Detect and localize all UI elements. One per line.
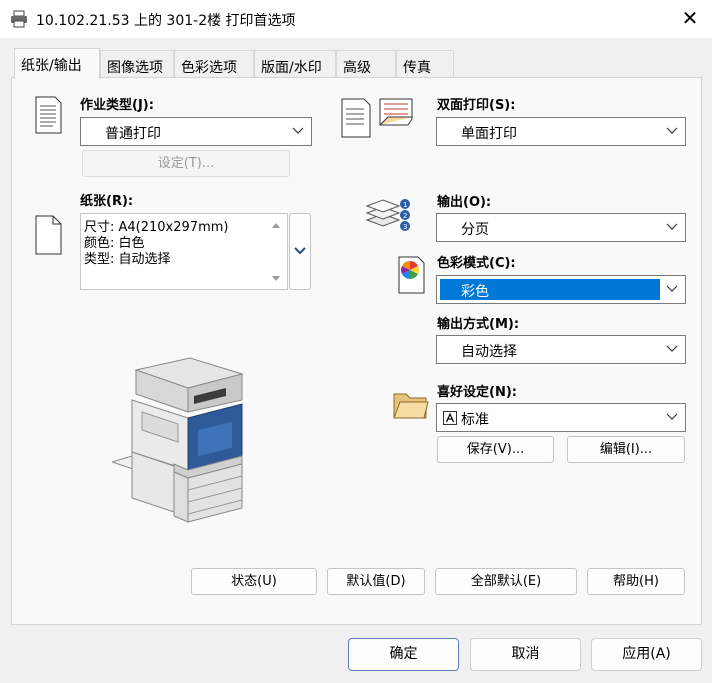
output-value: 分页	[461, 222, 489, 238]
cancel-button[interactable]: 取消	[470, 638, 581, 671]
standard-preset-icon	[443, 411, 457, 425]
apply-button[interactable]: 应用(A)	[591, 638, 702, 671]
color-wheel-icon	[398, 256, 425, 294]
output-collate-icon: 1 2 3	[365, 199, 410, 231]
tab-paper-output[interactable]: 纸张/输出	[14, 48, 100, 79]
output-method-label: 输出方式(M):	[437, 317, 520, 332]
output-method-combo[interactable]: 自动选择	[436, 335, 686, 364]
tab-layout-watermark[interactable]: 版面/水印	[254, 50, 336, 77]
tab-color-options[interactable]: 色彩选项	[174, 50, 254, 77]
printer-device-image	[112, 357, 244, 523]
tab-advanced[interactable]: 高级	[336, 50, 396, 77]
output-label: 输出(O):	[437, 195, 492, 210]
ok-button[interactable]: 确定	[348, 638, 459, 671]
all-default-button[interactable]: 全部默认(E)	[435, 568, 577, 595]
chevron-down-icon	[292, 127, 304, 134]
chevron-down-icon	[666, 345, 678, 352]
paper-info-box: 尺寸: A4(210x297mm) 颜色: 白色 类型: 自动选择	[80, 213, 288, 290]
paper-label: 纸张(R):	[80, 194, 134, 209]
printer-icon	[11, 10, 27, 28]
tab-fax[interactable]: 传真	[396, 50, 454, 77]
job-type-combo[interactable]: 普通打印	[80, 117, 312, 146]
chevron-down-icon	[294, 247, 306, 255]
folder-icon	[393, 393, 429, 419]
save-button[interactable]: 保存(V)...	[437, 436, 554, 463]
scrollbar[interactable]	[270, 220, 282, 284]
default-button[interactable]: 默认值(D)	[327, 568, 425, 595]
window-title: 10.102.21.53 上的 301-2楼 打印首选项	[36, 13, 296, 29]
output-combo[interactable]: 分页	[436, 213, 686, 242]
favorites-label: 喜好设定(N):	[437, 385, 517, 400]
help-button[interactable]: 帮助(H)	[587, 568, 685, 595]
duplex-value: 单面打印	[461, 126, 517, 142]
chevron-down-icon	[666, 223, 678, 230]
duplex-combo[interactable]: 单面打印	[436, 117, 686, 146]
paper-dropdown-button[interactable]	[289, 213, 311, 290]
duplex-label: 双面打印(S):	[437, 98, 516, 113]
duplex-icon	[341, 98, 413, 138]
settings-button[interactable]: 设定(T)...	[82, 150, 290, 177]
color-mode-label: 色彩模式(C):	[437, 256, 516, 271]
job-type-label: 作业类型(J):	[80, 98, 154, 113]
paper-type-line: 类型: 自动选择	[84, 252, 171, 267]
edit-button[interactable]: 编辑(I)...	[567, 436, 685, 463]
chevron-down-icon	[666, 285, 678, 292]
favorites-value: 标准	[461, 412, 489, 428]
color-mode-combo[interactable]: 彩色	[436, 275, 686, 304]
svg-text:1: 1	[403, 201, 407, 209]
job-type-value: 普通打印	[105, 126, 161, 142]
output-method-value: 自动选择	[461, 344, 517, 360]
job-type-icon	[35, 96, 62, 134]
status-button[interactable]: 状态(U)	[191, 568, 317, 595]
color-mode-value: 彩色	[461, 284, 489, 300]
tab-image-options[interactable]: 图像选项	[100, 50, 174, 77]
favorites-combo[interactable]: 标准	[436, 403, 686, 432]
chevron-down-icon	[666, 413, 678, 420]
svg-text:2: 2	[403, 212, 407, 220]
paper-icon	[35, 215, 62, 255]
svg-text:3: 3	[403, 223, 407, 231]
close-button[interactable]: ✕	[672, 2, 708, 34]
chevron-down-icon	[666, 127, 678, 134]
close-icon: ✕	[681, 6, 699, 30]
